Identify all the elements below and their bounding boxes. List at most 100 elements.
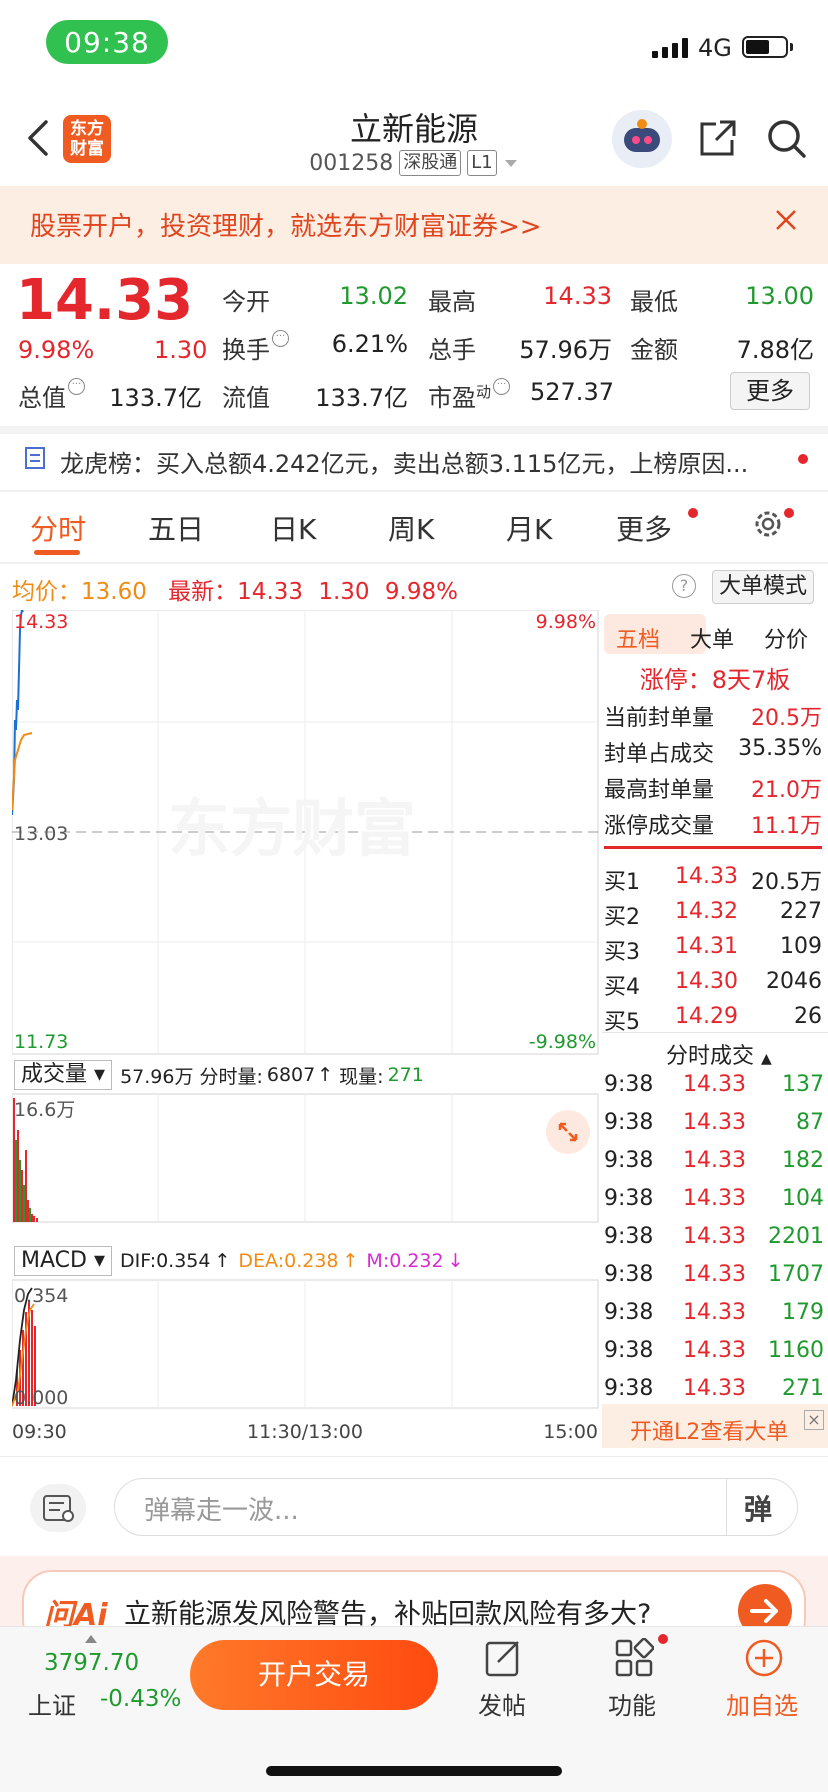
dragon-tiger-list-text[interactable]: 龙虎榜：买入总额4.242亿元，卖出总额3.115亿元，上榜原因... (60, 444, 790, 479)
intraday-chart[interactable]: 东方财富 14.33 9.98% 13.03 11.73 -9.98% 16.6… (12, 610, 600, 1462)
divider (0, 490, 828, 492)
index-name[interactable]: 上证 (28, 1686, 76, 1721)
turnover-label[interactable]: 换手 ··· (222, 330, 289, 365)
ticks-title[interactable]: 分时成交 ▲ (666, 1038, 772, 1070)
search-icon[interactable] (766, 118, 808, 160)
high-label: 最高 (428, 288, 476, 316)
notification-dot (784, 508, 794, 518)
danmaku-settings-icon[interactable] (30, 1484, 86, 1532)
latest-percent: 9.98% (384, 579, 458, 605)
bid-price: 14.30 (675, 969, 738, 994)
divider (0, 426, 828, 434)
macd-m: M:0.232 (366, 1250, 444, 1272)
limit-up-streak: 涨停：8天7板 (639, 666, 791, 694)
tick-row: 9:38 14.33 1707 (604, 1262, 824, 1287)
tab-order-book[interactable]: 五档 (616, 622, 660, 654)
seal-value: 35.35% (738, 736, 822, 761)
signal-icon (652, 38, 688, 58)
last-price: 14.33 (16, 268, 194, 333)
index-value[interactable]: 3797.70 (44, 1650, 139, 1676)
status-time: 09:38 (46, 20, 168, 64)
close-icon[interactable]: × (804, 1410, 824, 1430)
edit-post-icon[interactable] (484, 1638, 524, 1678)
tab-daily-k[interactable]: 日K (270, 508, 316, 548)
tab-intraday[interactable]: 分时 (30, 508, 86, 548)
open-value: 13.02 (339, 282, 408, 310)
l2-upgrade-text[interactable]: 开通L2查看大单 (630, 1414, 788, 1446)
market-cap-label[interactable]: 总值 ··· (18, 378, 85, 413)
volume-label: 总手 (428, 336, 476, 364)
tab-more[interactable]: 更多 (616, 508, 672, 548)
post-button[interactable]: 发帖 (478, 1686, 526, 1721)
assistant-robot-icon[interactable] (612, 110, 672, 168)
stock-code: 001258 (309, 150, 394, 176)
notification-dot (798, 454, 808, 464)
add-watchlist-button[interactable]: 加自选 (726, 1686, 798, 1721)
expand-icon[interactable] (546, 1110, 590, 1154)
tick-row: 9:38 14.33 104 (604, 1186, 824, 1211)
help-icon[interactable]: ? (672, 574, 696, 598)
share-icon[interactable] (698, 118, 738, 158)
tick-row: 9:38 14.33 87 (604, 1110, 824, 1135)
bid-volume: 2046 (766, 969, 822, 994)
prev-close-label: 13.03 (14, 823, 68, 845)
open-account-trade-button[interactable]: 开户交易 (190, 1640, 438, 1710)
tab-monthly-k[interactable]: 月K (506, 508, 552, 548)
seal-value: 11.1万 (751, 814, 822, 839)
seal-label: 封单占成交 (604, 742, 715, 767)
tab-price-dist[interactable]: 分价 (764, 622, 808, 654)
danmaku-placeholder[interactable]: 弹幕走一波... (144, 1490, 299, 1527)
tab-five-day[interactable]: 五日 (148, 508, 204, 548)
close-icon[interactable] (774, 208, 798, 232)
float-cap-value: 133.7亿 (315, 384, 408, 412)
notification-dot (688, 508, 698, 518)
amount-value: 7.88亿 (736, 336, 814, 364)
divider (604, 846, 822, 849)
info-dots-icon[interactable]: ··· (493, 378, 511, 395)
macd-dea: DEA:0.238 (238, 1250, 339, 1272)
tab-weekly-k[interactable]: 周K (388, 508, 434, 548)
add-circle-icon[interactable] (744, 1638, 784, 1678)
seal-value: 21.0万 (751, 778, 822, 803)
danmaku-send-button[interactable]: 弹 (744, 1488, 772, 1528)
bid-volume: 109 (780, 934, 822, 959)
dropdown-icon[interactable] (503, 158, 519, 168)
index-percent[interactable]: -0.43% (100, 1686, 181, 1712)
amount-label: 金额 (630, 336, 678, 364)
volume-info-row: 成交量 ▾ 57.96万 分时量: 6807 ↑ 现量: 271 (14, 1060, 424, 1090)
time-axis-start: 09:30 (12, 1421, 67, 1443)
tab-big-orders[interactable]: 大单 (690, 622, 734, 654)
home-indicator[interactable] (266, 1766, 562, 1776)
tick-row: 9:38 14.33 179 (604, 1300, 824, 1325)
bid-volume: 20.5万 (751, 870, 822, 895)
more-stats-button[interactable]: 更多 (730, 372, 810, 410)
change-amount: 1.30 (154, 336, 208, 364)
volume-indicator-select[interactable]: 成交量 ▾ (14, 1060, 113, 1090)
level-tag: L1 (467, 150, 497, 176)
macd-info-row: MACD ▾ DIF:0.354 ↑ DEA:0.238 ↑ M:0.232 ↓ (14, 1246, 464, 1276)
bid-price: 14.29 (675, 1004, 738, 1029)
functions-button[interactable]: 功能 (608, 1686, 656, 1721)
tick-row: 9:38 14.33 182 (604, 1148, 824, 1173)
bid-volume: 26 (794, 1004, 822, 1029)
gear-icon[interactable] (750, 506, 786, 542)
battery-icon (742, 36, 788, 58)
macd-dif: DIF:0.354 (120, 1250, 211, 1272)
grid-apps-icon[interactable] (614, 1638, 654, 1678)
volume-period: 6807 (266, 1064, 316, 1086)
macd-zero-label: 0.000 (14, 1387, 68, 1409)
divider (0, 562, 828, 564)
turnover-value: 6.21% (331, 330, 408, 358)
low-value: 13.00 (745, 282, 814, 310)
info-dots-icon[interactable]: ··· (272, 330, 289, 347)
big-order-mode-button[interactable]: 大单模式 (712, 570, 814, 604)
document-icon (25, 447, 45, 469)
sz-connect-tag: 深股通 (399, 150, 462, 176)
pe-label[interactable]: 市盈动 ··· (428, 378, 511, 413)
pe-value: 527.37 (530, 378, 614, 406)
macd-indicator-select[interactable]: MACD ▾ (14, 1246, 112, 1276)
volume-now: 271 (387, 1064, 424, 1086)
promo-banner-text[interactable]: 股票开户，投资理财，就选东方财富证券>> (30, 206, 542, 243)
info-dots-icon[interactable]: ··· (68, 378, 85, 395)
price-max-label: 14.33 (14, 611, 68, 633)
